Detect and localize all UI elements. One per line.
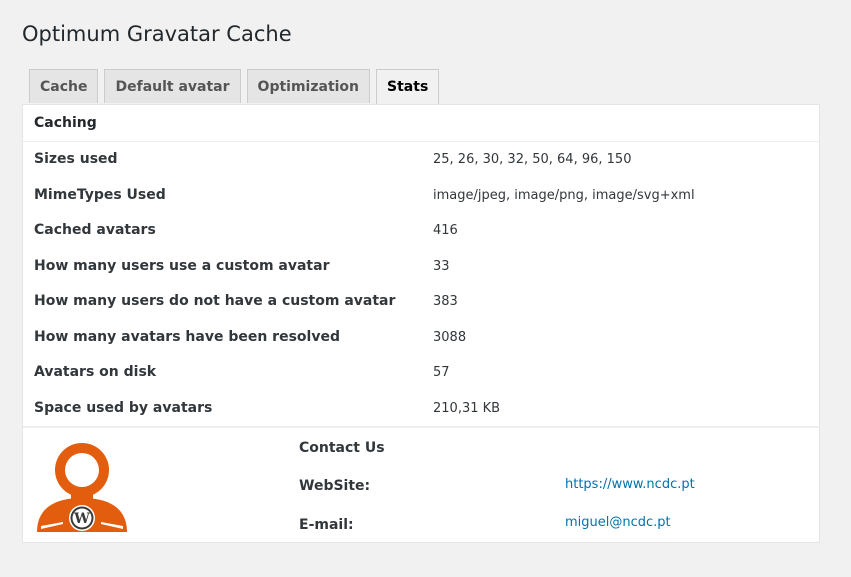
table-row: How many users use a custom avatar 33	[23, 249, 819, 285]
stat-label: How many users use a custom avatar	[34, 257, 330, 274]
stats-table: Sizes used 25, 26, 30, 32, 50, 64, 96, 1…	[23, 142, 819, 426]
stat-label: Avatars on disk	[34, 364, 157, 380]
contact-title: Contact Us	[299, 440, 385, 456]
stat-label: How many avatars have been resolved	[34, 328, 340, 345]
table-row: How many avatars have been resolved 3088	[23, 320, 819, 356]
tab-stats[interactable]: Stats	[376, 69, 440, 105]
stats-panel: Caching Sizes used 25, 26, 30, 32, 50, 6…	[22, 104, 820, 543]
email-label: E-mail:	[299, 517, 354, 533]
stat-label: Cached avatars	[34, 222, 156, 238]
table-row: Cached avatars 416	[23, 213, 819, 249]
table-row: MimeTypes Used image/jpeg, image/png, im…	[23, 178, 819, 214]
stat-label: MimeTypes Used	[34, 186, 166, 203]
stat-value: 25, 26, 30, 32, 50, 64, 96, 150	[433, 152, 632, 167]
page-title: Optimum Gravatar Cache	[22, 22, 292, 46]
stat-value: 383	[433, 294, 458, 309]
stat-value: 33	[433, 258, 450, 274]
table-row: Space used by avatars 210,31 KB	[23, 391, 819, 427]
section-title: Caching	[23, 105, 819, 142]
contact-footer: W Contact Us WebSite: https://www.ncdc.p…	[23, 428, 819, 542]
tab-optimization[interactable]: Optimization	[246, 69, 371, 103]
tab-default-avatar[interactable]: Default avatar	[104, 69, 241, 103]
stat-label: Space used by avatars	[34, 399, 213, 416]
svg-text:W: W	[73, 511, 90, 527]
stat-value: 210,31 KB	[433, 400, 501, 416]
website-link[interactable]: https://www.ncdc.pt	[565, 477, 695, 492]
stat-value: 416	[433, 223, 458, 238]
tab-cache[interactable]: Cache	[29, 69, 99, 103]
stat-value: 3088	[433, 329, 467, 345]
tab-bar: Cache Default avatar Optimization Stats	[29, 69, 440, 105]
stat-label: How many users do not have a custom avat…	[34, 293, 396, 309]
email-link[interactable]: miguel@ncdc.pt	[565, 515, 671, 530]
table-row: Avatars on disk 57	[23, 355, 819, 391]
wordpress-avatar-logo-icon: W	[37, 443, 127, 532]
table-row: Sizes used 25, 26, 30, 32, 50, 64, 96, 1…	[23, 142, 819, 178]
table-row: How many users do not have a custom avat…	[23, 284, 819, 320]
stat-value: 57	[433, 365, 450, 380]
stat-label: Sizes used	[34, 151, 118, 167]
stat-value: image/jpeg, image/png, image/svg+xml	[433, 187, 695, 203]
website-label: WebSite:	[299, 478, 371, 494]
